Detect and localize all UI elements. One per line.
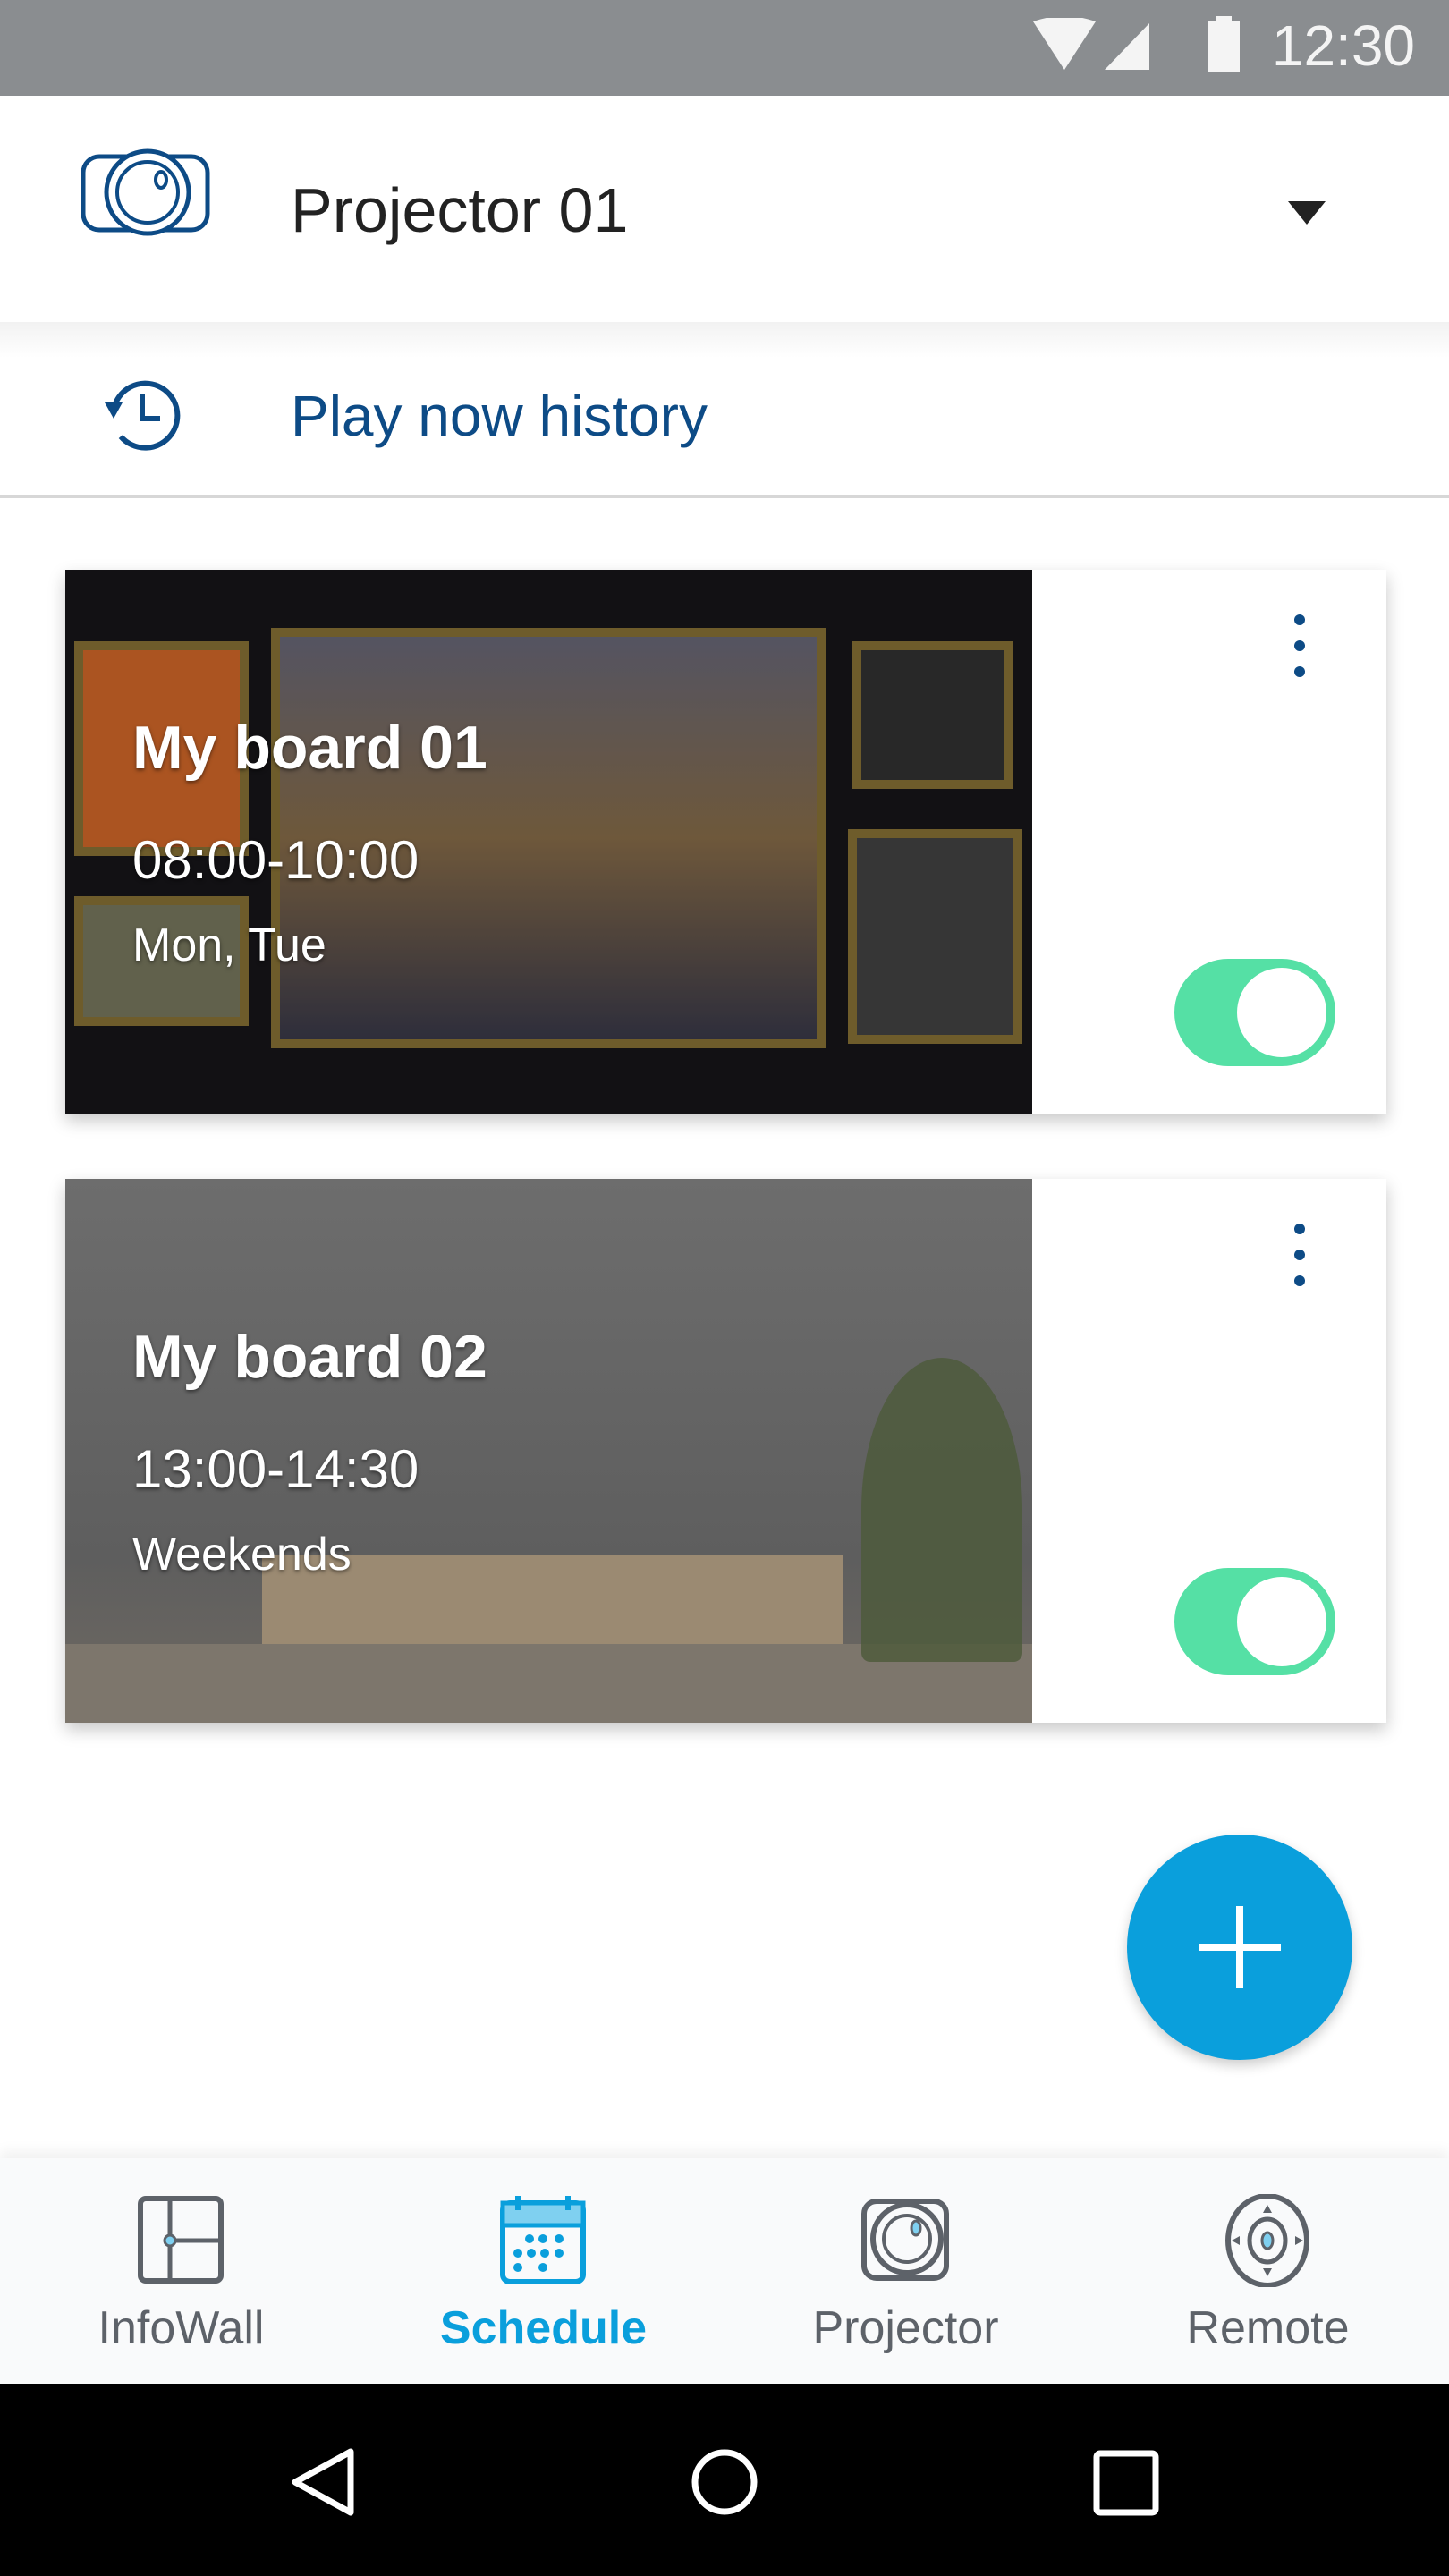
nav-item-schedule[interactable]: Schedule bbox=[362, 2158, 724, 2384]
board-name: My board 02 bbox=[132, 1323, 487, 1391]
board-thumbnail: My board 01 08:00-10:00 Mon, Tue bbox=[65, 570, 1032, 1114]
more-options-icon[interactable] bbox=[1282, 1224, 1318, 1304]
projector-icon bbox=[861, 2199, 949, 2281]
history-icon bbox=[105, 380, 181, 451]
board-card[interactable]: My board 01 08:00-10:00 Mon, Tue bbox=[65, 570, 1386, 1114]
more-options-icon[interactable] bbox=[1282, 614, 1318, 695]
signal-icon bbox=[1105, 23, 1149, 70]
board-thumbnail: My board 02 13:00-14:30 Weekends bbox=[65, 1179, 1032, 1723]
board-card[interactable]: My board 02 13:00-14:30 Weekends bbox=[65, 1179, 1386, 1723]
system-navigation-bar bbox=[0, 2384, 1449, 2576]
wifi-icon bbox=[1033, 18, 1096, 70]
device-name: Projector 01 bbox=[291, 175, 629, 245]
nav-item-remote[interactable]: Remote bbox=[1087, 2158, 1449, 2384]
board-enabled-toggle[interactable] bbox=[1174, 959, 1335, 1066]
board-time: 13:00-14:30 bbox=[132, 1439, 419, 1499]
history-label: Play now history bbox=[291, 384, 708, 448]
battery-icon bbox=[1208, 16, 1240, 72]
device-selector[interactable]: Projector 01 bbox=[0, 96, 1449, 322]
nav-label: Remote bbox=[1186, 2302, 1350, 2354]
home-icon[interactable] bbox=[689, 2446, 760, 2518]
triangle-down-icon[interactable] bbox=[1288, 201, 1326, 225]
nav-item-infowall[interactable]: InfoWall bbox=[0, 2158, 362, 2384]
wifi-signal-icons bbox=[1033, 18, 1149, 70]
projector-icon bbox=[80, 148, 210, 236]
back-icon[interactable] bbox=[288, 2446, 360, 2518]
board-name: My board 01 bbox=[132, 714, 487, 782]
infowall-icon bbox=[138, 2196, 224, 2284]
status-bar: 12:30 bbox=[0, 0, 1449, 96]
nav-label: Projector bbox=[812, 2302, 999, 2354]
board-time: 08:00-10:00 bbox=[132, 830, 419, 890]
status-time: 12:30 bbox=[1271, 13, 1415, 78]
nav-label: Schedule bbox=[439, 2302, 648, 2354]
recents-icon[interactable] bbox=[1093, 2450, 1159, 2516]
nav-label: InfoWall bbox=[97, 2302, 265, 2354]
board-days: Mon, Tue bbox=[132, 919, 326, 971]
remote-icon bbox=[1225, 2194, 1309, 2287]
board-enabled-toggle[interactable] bbox=[1174, 1568, 1335, 1675]
nav-item-projector[interactable]: Projector bbox=[724, 2158, 1087, 2384]
play-now-history-row[interactable]: Play now history bbox=[0, 322, 1449, 498]
bottom-navigation: InfoWall Schedule Projector Remote bbox=[0, 2158, 1449, 2384]
calendar-icon bbox=[500, 2196, 586, 2284]
add-board-button[interactable] bbox=[1127, 1835, 1352, 2060]
board-days: Weekends bbox=[132, 1529, 352, 1580]
